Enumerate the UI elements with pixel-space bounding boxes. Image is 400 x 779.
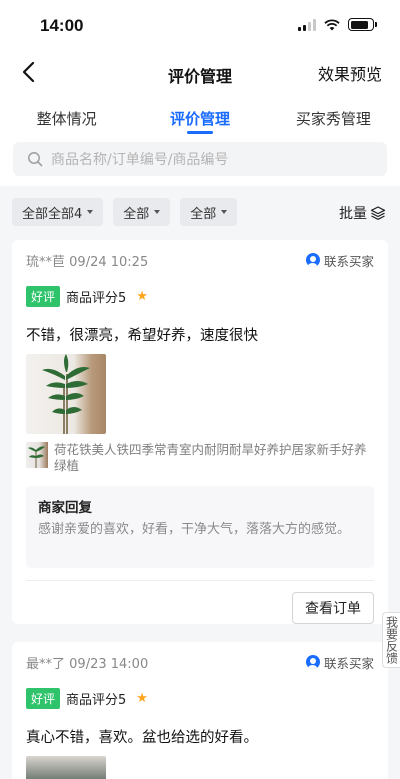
rating-label: 商品评分5 <box>66 290 127 306</box>
batch-button[interactable]: 批量 <box>339 203 386 223</box>
merchant-reply: 商家回复 感谢亲爱的喜欢，好看，干净大气，落落大方的感觉。 <box>26 486 374 568</box>
rating-row: 好评 商品评分5 ★ <box>26 282 374 310</box>
product-thumbnail <box>26 442 48 468</box>
filter-label: 全部 <box>190 206 217 222</box>
good-review-tag: 好评 <box>26 285 61 307</box>
contact-label: 联系买家 <box>323 253 374 269</box>
wifi-icon <box>324 18 340 30</box>
buyer-name: 琉**苣 <box>26 254 66 270</box>
good-review-tag: 好评 <box>26 687 61 709</box>
layers-icon <box>370 206 386 220</box>
filter-bar: 全部全部4 全部 全部 批量 <box>0 186 400 238</box>
tab-buyer-show[interactable]: 买家秀管理 <box>267 94 400 142</box>
caret-down-icon <box>154 210 161 214</box>
user-icon <box>305 655 320 669</box>
review-photo[interactable] <box>26 354 106 434</box>
star-icon: ★ <box>136 288 148 304</box>
reply-title: 商家回复 <box>38 500 92 516</box>
battery-icon <box>348 18 377 31</box>
status-bar: 14:00 <box>0 0 400 50</box>
search-placeholder: 商品名称/订单编号/商品编号 <box>51 152 229 168</box>
status-icons <box>298 18 377 31</box>
review-time: 09/24 10:25 <box>69 254 149 270</box>
contact-buyer-button[interactable]: 联系买家 <box>305 251 374 270</box>
review-text: 不错，很漂亮，希望好养，速度很快 <box>26 328 258 344</box>
search-input[interactable]: 商品名称/订单编号/商品编号 <box>13 142 387 176</box>
review-photo[interactable] <box>26 756 106 779</box>
filter-time[interactable]: 全部 <box>180 198 238 226</box>
product-name: 荷花铁美人铁四季常青室内耐阴耐旱好养护居家新手好养绿植 <box>54 442 367 473</box>
rating-row: 好评 商品评分5 ★ <box>26 684 374 712</box>
filter-type[interactable]: 全部 <box>113 198 171 226</box>
nav-bar: 评价管理 效果预览 <box>0 50 400 94</box>
status-time: 14:00 <box>40 16 84 35</box>
review-card: 最**了 09/23 14:00 联系买家 好评 商品评分5 ★ 真心不错，喜欢… <box>12 642 388 779</box>
filter-rating[interactable]: 全部全部4 <box>12 198 104 226</box>
contact-buyer-button[interactable]: 联系买家 <box>305 653 374 672</box>
feedback-label: 我要反馈 <box>384 616 399 664</box>
tab-overview[interactable]: 整体情况 <box>0 94 133 142</box>
review-time: 09/23 14:00 <box>69 656 149 672</box>
divider <box>26 580 374 581</box>
buyer-name: 最**了 <box>26 656 66 672</box>
search-icon <box>28 152 43 167</box>
caret-down-icon <box>87 210 94 214</box>
plant-thumbnail-image <box>28 446 45 468</box>
batch-label: 批量 <box>339 206 367 222</box>
user-icon <box>305 253 320 267</box>
feedback-button[interactable]: 我要反馈 <box>382 612 400 668</box>
signal-icon <box>298 18 316 31</box>
view-order-button[interactable]: 查看订单 <box>292 592 374 624</box>
star-icon: ★ <box>136 690 148 706</box>
tab-review-management[interactable]: 评价管理 <box>133 94 266 142</box>
reply-text: 感谢亲爱的喜欢，好看，干净大气，落落大方的感觉。 <box>38 522 351 537</box>
filter-label: 全部 <box>123 206 150 222</box>
review-card: 琉**苣 09/24 10:25 联系买家 好评 商品评分5 ★ 不错，很漂亮，… <box>12 240 388 624</box>
rating-label: 商品评分5 <box>66 692 127 708</box>
filter-label: 全部全部4 <box>22 206 83 222</box>
review-text: 真心不错，喜欢。盆也给选的好看。 <box>26 730 258 746</box>
review-meta: 琉**苣 09/24 10:25 <box>26 251 148 270</box>
product-row[interactable]: 荷花铁美人铁四季常青室内耐阴耐旱好养护居家新手好养绿植 <box>26 442 374 474</box>
preview-button[interactable]: 效果预览 <box>318 61 382 85</box>
caret-down-icon <box>221 210 228 214</box>
review-meta: 最**了 09/23 14:00 <box>26 653 148 672</box>
contact-label: 联系买家 <box>323 655 374 671</box>
tab-bar: 整体情况 评价管理 买家秀管理 <box>0 94 400 142</box>
search-section: 商品名称/订单编号/商品编号 <box>0 142 400 186</box>
plant-image <box>42 354 90 434</box>
